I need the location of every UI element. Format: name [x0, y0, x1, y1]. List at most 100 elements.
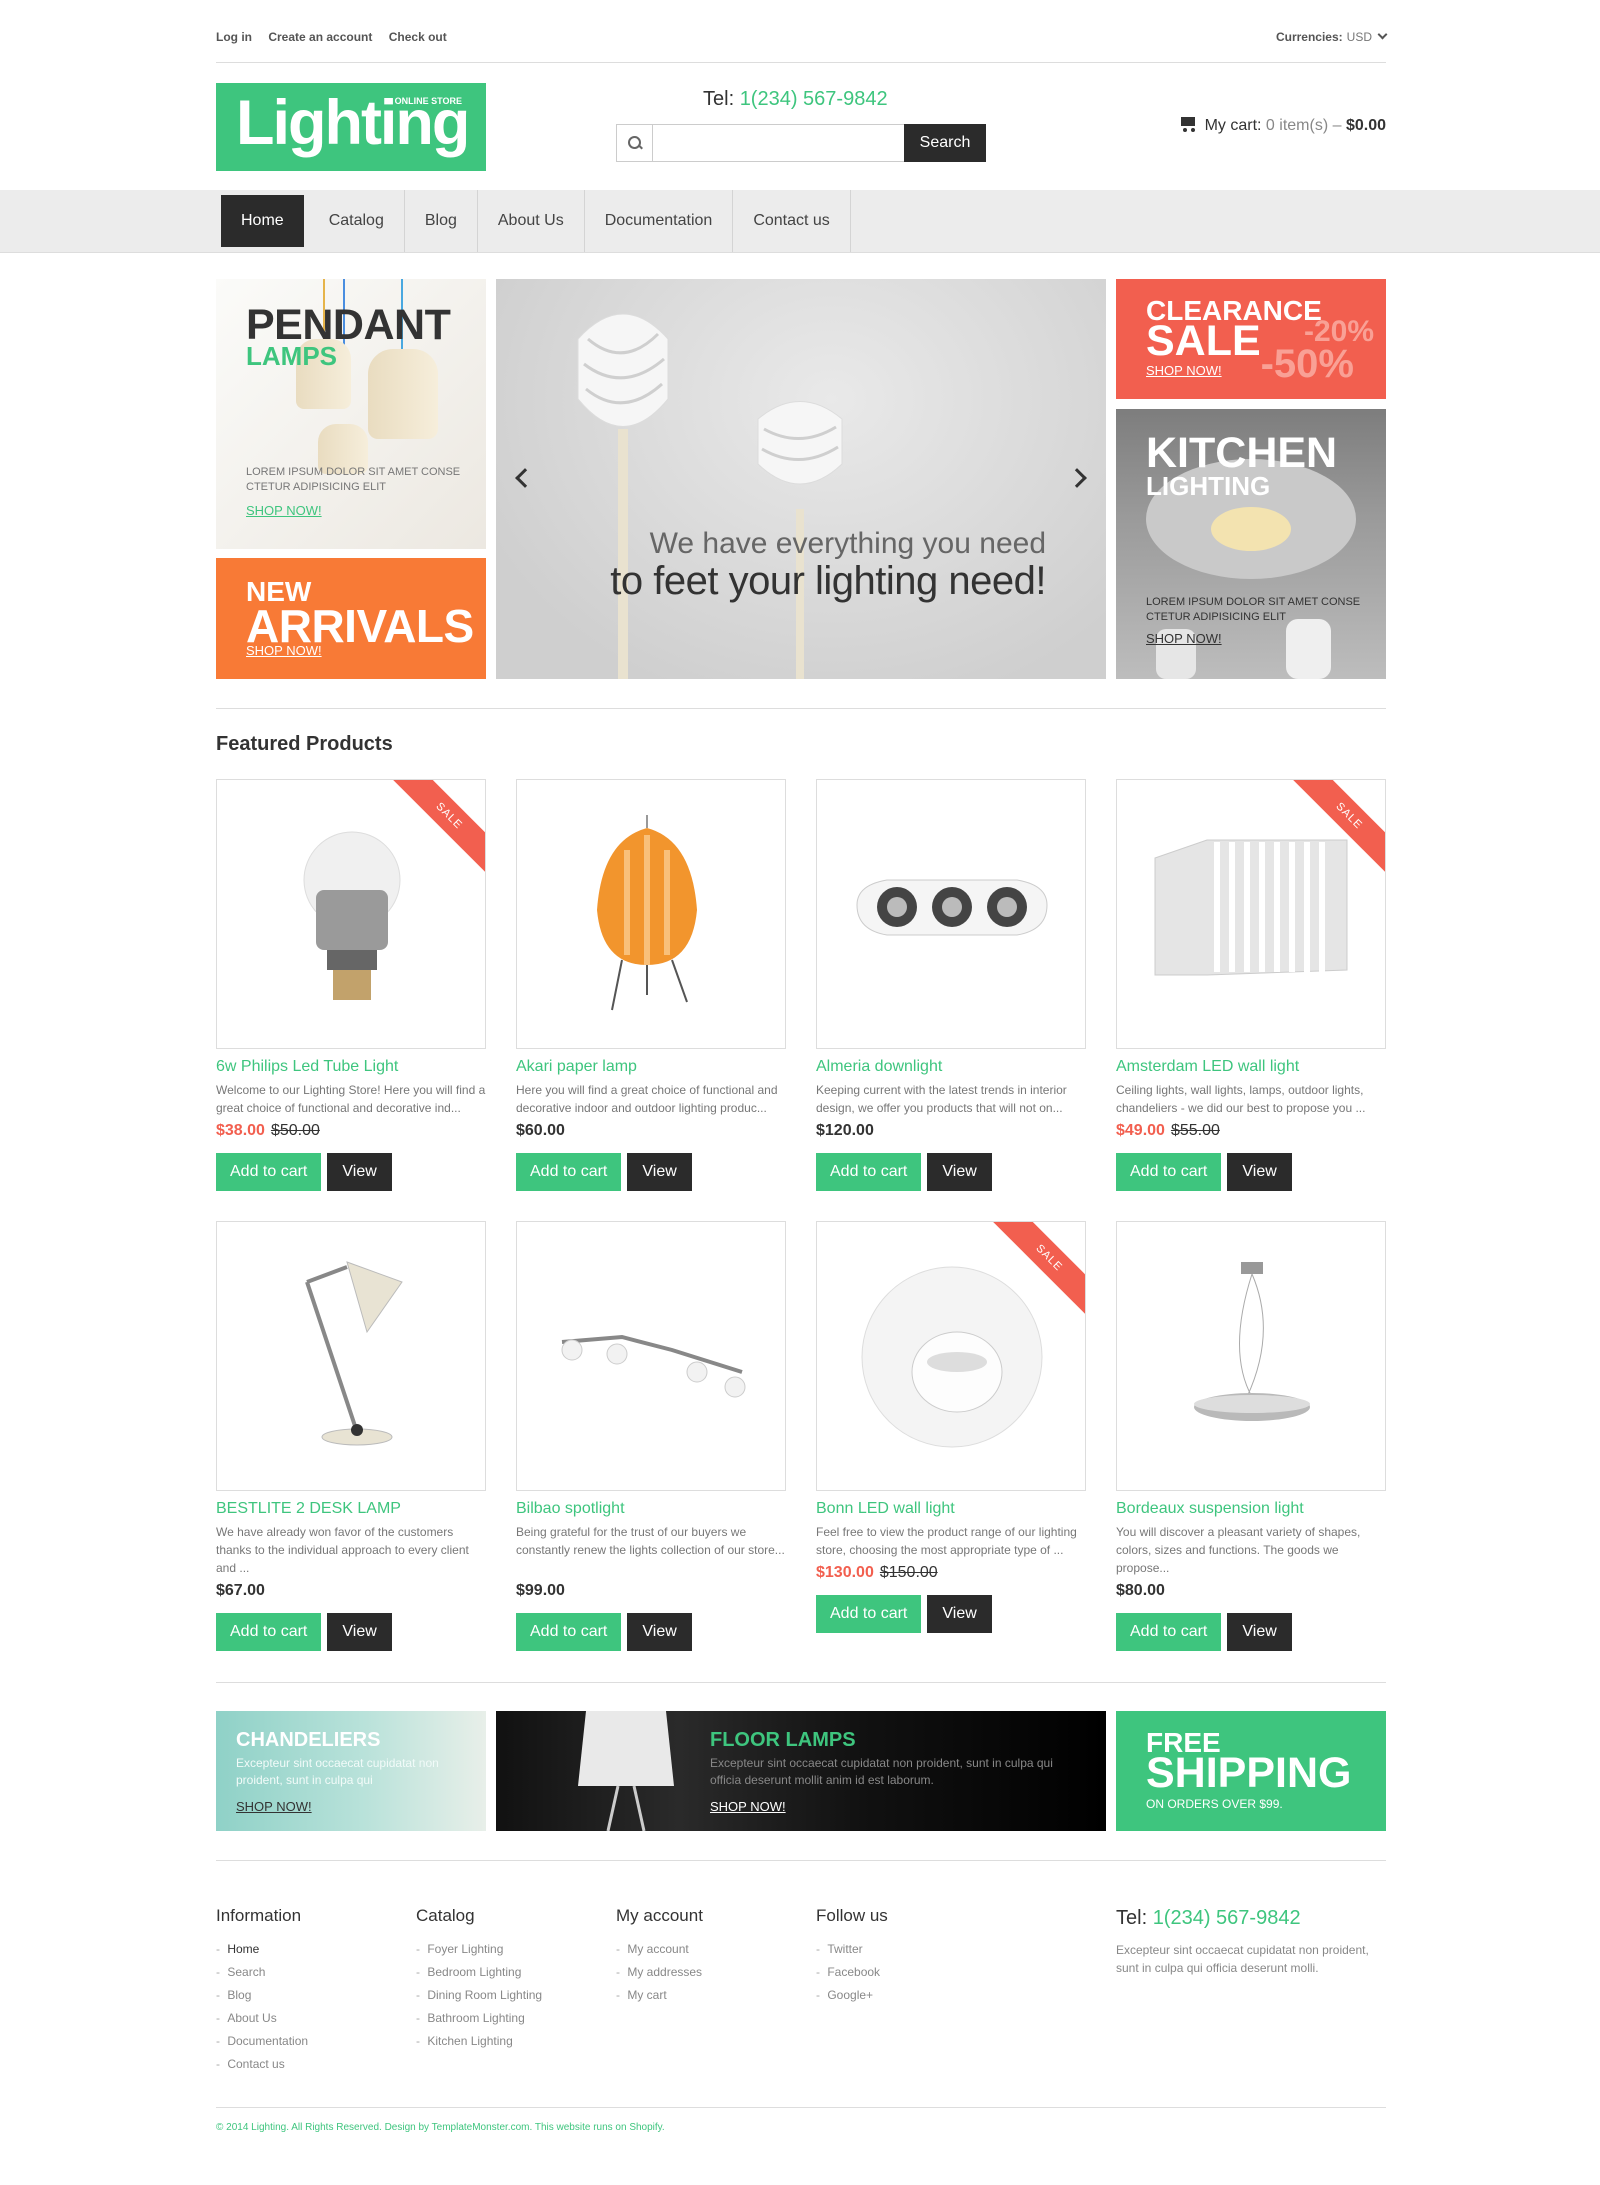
nav-catalog[interactable]: Catalog [309, 190, 405, 252]
clearance-sale-banner[interactable]: CLEARANCE SALE -20% -50% SHOP NOW! [1116, 279, 1386, 399]
footer-link-about[interactable]: About Us [216, 2007, 308, 2030]
old-price: $150.00 [879, 1564, 938, 1581]
add-to-cart-button[interactable]: Add to cart [1116, 1613, 1222, 1651]
product-image[interactable]: SALE [1116, 779, 1386, 1049]
product-name[interactable]: BESTLITE 2 DESK LAMP [216, 1500, 401, 1518]
add-to-cart-button[interactable]: Add to cart [516, 1153, 622, 1191]
currency-selector[interactable]: Currencies: USD [1276, 29, 1388, 44]
kitchen-line2: LIGHTING [1146, 471, 1271, 501]
footer-link-facebook[interactable]: Facebook [816, 1961, 888, 1984]
footer-link-kitchen[interactable]: Kitchen Lighting [416, 2030, 542, 2053]
divider [216, 708, 1386, 709]
footer-link-home[interactable]: Home [216, 1938, 308, 1961]
product-actions: Add to cart View [216, 1613, 392, 1651]
product-actions: Add to cart View [516, 1613, 692, 1651]
view-button[interactable]: View [627, 1613, 692, 1651]
footer-link-my-addresses[interactable]: My addresses [616, 1961, 703, 1984]
cart-summary[interactable]: My cart: 0 item(s) – $0.00 [1179, 116, 1386, 135]
product-actions: Add to cart View [816, 1153, 992, 1191]
pendant-lamps-banner[interactable]: PENDANT LAMPS LOREM IPSUM DOLOR SIT AMET… [216, 279, 486, 549]
hero-slider: We have everything you need to feet your… [496, 279, 1106, 679]
view-button[interactable]: View [327, 1153, 392, 1191]
featured-products-title: Featured Products [216, 733, 393, 755]
footer-link-search[interactable]: Search [216, 1961, 308, 1984]
search-input[interactable] [654, 125, 894, 161]
product-description: Welcome to our Lighting Store! Here you … [216, 1083, 486, 1115]
product-actions: Add to cart View [516, 1153, 692, 1191]
product-name[interactable]: Bonn LED wall light [816, 1500, 955, 1518]
add-to-cart-button[interactable]: Add to cart [816, 1153, 922, 1191]
add-to-cart-button[interactable]: Add to cart [1116, 1153, 1222, 1191]
product-image[interactable]: SALE [216, 779, 486, 1049]
view-button[interactable]: View [327, 1613, 392, 1651]
add-to-cart-button[interactable]: Add to cart [216, 1613, 322, 1651]
nav-contact[interactable]: Contact us [733, 190, 851, 252]
product-price: $67.00 [216, 1582, 265, 1599]
footer-link-my-cart[interactable]: My cart [616, 1984, 703, 2007]
add-to-cart-button[interactable]: Add to cart [816, 1595, 922, 1633]
product-name[interactable]: Akari paper lamp [516, 1058, 637, 1076]
product-name[interactable]: Amsterdam LED wall light [1116, 1058, 1299, 1076]
add-to-cart-button[interactable]: Add to cart [216, 1153, 322, 1191]
currency-value: USD [1346, 30, 1372, 44]
kitchen-lighting-banner[interactable]: KITCHEN LIGHTING LOREM IPSUM DOLOR SIT A… [1116, 409, 1386, 679]
nav-about[interactable]: About Us [478, 190, 585, 252]
footer-link-foyer[interactable]: Foyer Lighting [416, 1938, 542, 1961]
product-description: Being grateful for the trust of our buye… [516, 1525, 785, 1557]
footer-link-bathroom[interactable]: Bathroom Lighting [416, 2007, 542, 2030]
product-image[interactable] [516, 779, 786, 1049]
login-link[interactable]: Log in [216, 30, 252, 44]
pendant-text: LOREM IPSUM DOLOR SIT AMET CONSE CTETUR … [246, 466, 461, 493]
product-image[interactable] [216, 1221, 486, 1491]
view-button[interactable]: View [627, 1153, 692, 1191]
view-button[interactable]: View [927, 1595, 992, 1633]
chandeliers-shop-link[interactable]: SHOP NOW! [236, 1799, 312, 1814]
footer-link-bedroom[interactable]: Bedroom Lighting [416, 1961, 542, 1984]
product-name[interactable]: Bordeaux suspension light [1116, 1500, 1304, 1518]
footer-link-twitter[interactable]: Twitter [816, 1938, 888, 1961]
product-name[interactable]: 6w Philips Led Tube Light [216, 1058, 398, 1076]
footer-link-my-account[interactable]: My account [616, 1938, 703, 1961]
product-description: You will discover a pleasant variety of … [1116, 1525, 1361, 1575]
view-button[interactable]: View [1227, 1153, 1292, 1191]
nav-blog[interactable]: Blog [405, 190, 478, 252]
product-description: Here you will find a great choice of fun… [516, 1083, 778, 1115]
divider [216, 1860, 1386, 1861]
product-image[interactable] [1116, 1221, 1386, 1491]
pendant-shade [368, 349, 438, 439]
product-image[interactable] [516, 1221, 786, 1491]
shipping-line2: SHIPPING [1146, 1749, 1352, 1797]
chandeliers-banner[interactable]: CHANDELIERS Excepteur sint occaecat cupi… [216, 1711, 486, 1831]
downlight-image [856, 879, 1048, 936]
clearance-shop-link[interactable]: SHOP NOW! [1146, 363, 1222, 378]
floor-shop-link[interactable]: SHOP NOW! [710, 1799, 786, 1814]
tel-label: Tel: [703, 88, 735, 110]
floor-lamps-banner[interactable]: FLOOR LAMPS Excepteur sint occaecat cupi… [496, 1711, 1106, 1831]
add-to-cart-button[interactable]: Add to cart [516, 1613, 622, 1651]
site-logo[interactable]: Lighting ONLINE STORE [216, 83, 486, 171]
search-button[interactable]: Search [904, 124, 986, 162]
footer-link-documentation[interactable]: Documentation [216, 2030, 308, 2053]
checkout-link[interactable]: Check out [389, 30, 447, 44]
footer-link-contact[interactable]: Contact us [216, 2053, 308, 2076]
spotlight-image [561, 1334, 746, 1398]
nav-home[interactable]: Home [221, 195, 304, 247]
product-name[interactable]: Almeria downlight [816, 1058, 942, 1076]
create-account-link[interactable]: Create an account [268, 30, 372, 44]
footer-heading: Follow us [816, 1906, 888, 1925]
new-arrivals-banner[interactable]: NEW ARRIVALS SHOP NOW! [216, 558, 486, 679]
footer-link-googleplus[interactable]: Google+ [816, 1984, 888, 2007]
footer-link-blog[interactable]: Blog [216, 1984, 308, 2007]
free-shipping-banner[interactable]: FREE SHIPPING ON ORDERS OVER $99. [1116, 1711, 1386, 1831]
kitchen-shop-link[interactable]: SHOP NOW! [1146, 631, 1222, 646]
product-name[interactable]: Bilbao spotlight [516, 1500, 625, 1518]
nav-documentation[interactable]: Documentation [585, 190, 734, 252]
pendant-shop-link[interactable]: SHOP NOW! [246, 503, 322, 518]
product-image[interactable] [816, 779, 1086, 1049]
view-button[interactable]: View [1227, 1613, 1292, 1651]
footer-link-dining[interactable]: Dining Room Lighting [416, 1984, 542, 2007]
product-image[interactable]: SALE [816, 1221, 1086, 1491]
desk-lamp-image [305, 1261, 403, 1446]
view-button[interactable]: View [927, 1153, 992, 1191]
arrivals-shop-link[interactable]: SHOP NOW! [246, 643, 322, 658]
